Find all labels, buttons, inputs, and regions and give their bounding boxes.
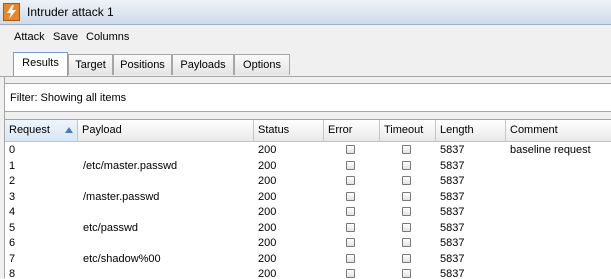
cell-length: 5837 bbox=[440, 252, 465, 265]
checkbox-error[interactable] bbox=[346, 253, 355, 263]
cell-status: 200 bbox=[258, 144, 277, 156]
column-header-timeout[interactable]: Timeout bbox=[380, 120, 436, 141]
cell-request: 0 bbox=[9, 144, 16, 156]
checkbox-timeout[interactable] bbox=[402, 269, 411, 278]
menu-columns[interactable]: Columns bbox=[86, 31, 129, 43]
cell-comment: baseline request bbox=[510, 144, 591, 156]
tab-results[interactable]: Results bbox=[13, 52, 68, 77]
cell-request: 7 bbox=[9, 252, 16, 265]
table-row[interactable]: 6 200 5837 bbox=[5, 235, 611, 251]
checkbox-timeout[interactable] bbox=[402, 222, 411, 232]
cell-status: 200 bbox=[258, 175, 277, 187]
cell-request: 3 bbox=[9, 190, 16, 203]
cell-length: 5837 bbox=[440, 159, 465, 172]
table-row[interactable]: 0 200 5837 baseline request bbox=[5, 142, 611, 158]
cell-length: 5837 bbox=[440, 221, 465, 234]
tab-options[interactable]: Options bbox=[234, 54, 290, 75]
cell-status: 200 bbox=[258, 252, 277, 265]
cell-status: 200 bbox=[258, 206, 277, 218]
column-header-comment[interactable]: Comment bbox=[506, 120, 611, 141]
menu-save[interactable]: Save bbox=[53, 31, 78, 43]
cell-length: 5837 bbox=[440, 190, 465, 203]
checkbox-error[interactable] bbox=[346, 191, 355, 201]
cell-payload: /etc/master.passwd bbox=[83, 159, 178, 172]
cell-length: 5837 bbox=[440, 175, 465, 187]
cell-status: 200 bbox=[258, 221, 277, 234]
cell-request: 4 bbox=[9, 206, 16, 218]
table-row[interactable]: 8 200 5837 bbox=[5, 266, 611, 279]
cell-payload: /master.passwd bbox=[83, 190, 160, 203]
column-header-request[interactable]: Request bbox=[5, 120, 78, 141]
cell-length: 5837 bbox=[440, 237, 465, 249]
cell-length: 5837 bbox=[440, 206, 465, 218]
column-header-payload[interactable]: Payload bbox=[78, 120, 254, 141]
checkbox-error[interactable] bbox=[346, 145, 355, 154]
cell-payload: etc/passwd bbox=[83, 221, 139, 234]
checkbox-timeout[interactable] bbox=[402, 238, 411, 247]
column-header-label: Request bbox=[9, 124, 50, 136]
burp-lightning-icon bbox=[3, 3, 20, 21]
table-row[interactable]: 2 200 5837 bbox=[5, 173, 611, 189]
cell-length: 5837 bbox=[440, 144, 465, 156]
checkbox-error[interactable] bbox=[346, 238, 355, 247]
checkbox-timeout[interactable] bbox=[402, 253, 411, 263]
table-row[interactable]: 5 etc/passwd 200 5837 bbox=[5, 220, 611, 236]
checkbox-timeout[interactable] bbox=[402, 176, 411, 185]
checkbox-timeout[interactable] bbox=[402, 160, 411, 170]
filter-label: Filter: Showing all items bbox=[10, 92, 127, 104]
checkbox-timeout[interactable] bbox=[402, 191, 411, 201]
table-row[interactable]: 7 etc/shadow%00 200 5837 bbox=[5, 251, 611, 267]
cell-status: 200 bbox=[258, 190, 277, 203]
results-table: Request Payload Status Error Timeout Len… bbox=[5, 119, 611, 279]
window-title: Intruder attack 1 bbox=[27, 5, 114, 19]
cell-status: 200 bbox=[258, 237, 277, 249]
table-row[interactable]: 3/master.passwd 200 5837 bbox=[5, 189, 611, 205]
table-header: Request Payload Status Error Timeout Len… bbox=[5, 120, 611, 142]
cell-request: 8 bbox=[9, 268, 16, 279]
menu-bar: Attack Save Columns bbox=[0, 25, 611, 49]
cell-request: 6 bbox=[9, 237, 16, 249]
table-row[interactable]: 4 200 5837 bbox=[5, 204, 611, 220]
checkbox-timeout[interactable] bbox=[402, 207, 411, 216]
checkbox-error[interactable] bbox=[346, 207, 355, 216]
filter-bar[interactable]: Filter: Showing all items bbox=[4, 83, 611, 112]
column-header-status[interactable]: Status bbox=[254, 120, 324, 141]
checkbox-error[interactable] bbox=[346, 269, 355, 278]
checkbox-error[interactable] bbox=[346, 176, 355, 185]
cell-status: 200 bbox=[258, 159, 277, 172]
cell-status: 200 bbox=[258, 268, 277, 279]
column-header-error[interactable]: Error bbox=[324, 120, 380, 141]
cell-request: 1 bbox=[9, 159, 16, 172]
cell-request: 2 bbox=[9, 175, 16, 187]
cell-payload: etc/shadow%00 bbox=[83, 252, 161, 265]
table-row[interactable]: 1/etc/master.passwd 200 5837 bbox=[5, 158, 611, 174]
tab-positions[interactable]: Positions bbox=[113, 54, 172, 75]
tab-target[interactable]: Target bbox=[68, 54, 113, 75]
tab-bar: Results Target Positions Payloads Option… bbox=[0, 49, 611, 77]
sort-ascending-icon bbox=[65, 127, 73, 133]
column-header-length[interactable]: Length bbox=[436, 120, 506, 141]
cell-length: 5837 bbox=[440, 268, 465, 279]
checkbox-error[interactable] bbox=[346, 222, 355, 232]
menu-attack[interactable]: Attack bbox=[14, 31, 45, 43]
title-bar: Intruder attack 1 bbox=[0, 0, 611, 25]
cell-request: 5 bbox=[9, 221, 16, 234]
checkbox-error[interactable] bbox=[346, 160, 355, 170]
checkbox-timeout[interactable] bbox=[402, 145, 411, 154]
tab-payloads[interactable]: Payloads bbox=[172, 54, 234, 75]
